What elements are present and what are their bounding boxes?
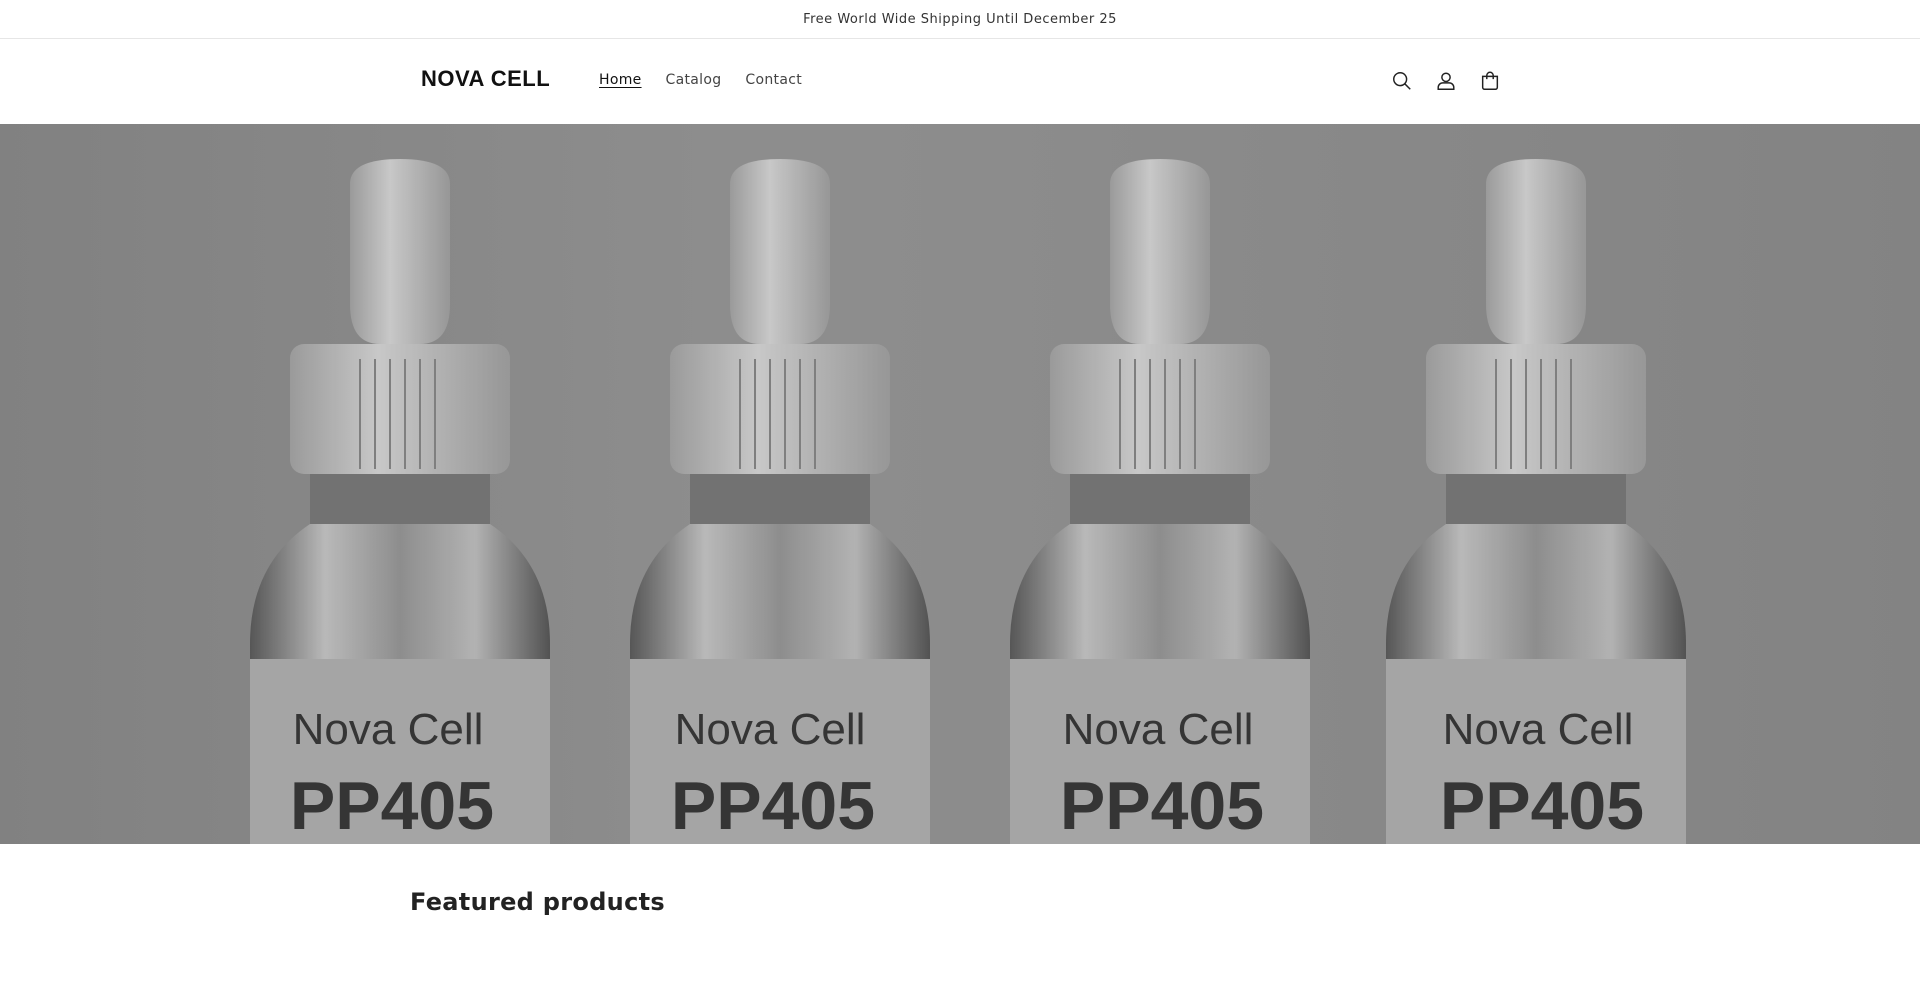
announcement-bar: Free World Wide Shipping Until December … — [0, 0, 1920, 39]
account-icon[interactable] — [1431, 66, 1461, 96]
announcement-text: Free World Wide Shipping Until December … — [803, 11, 1117, 27]
hero-overlay — [0, 124, 1920, 844]
main-nav: Home Catalog Contact — [587, 72, 814, 88]
featured-products-heading: Featured products — [410, 888, 665, 916]
header-icons — [1387, 66, 1505, 96]
nav-catalog[interactable]: Catalog — [654, 72, 734, 88]
search-icon[interactable] — [1387, 66, 1417, 96]
nav-contact[interactable]: Contact — [733, 72, 814, 88]
hero-banner: Nova Cell PP405 Nova Cell PP405 Nova Cel… — [0, 124, 1920, 844]
cart-icon[interactable] — [1475, 66, 1505, 96]
logo[interactable]: NOVA CELL — [421, 66, 550, 92]
nav-home[interactable]: Home — [587, 72, 654, 88]
site-header: NOVA CELL Home Catalog Contact — [0, 39, 1920, 124]
